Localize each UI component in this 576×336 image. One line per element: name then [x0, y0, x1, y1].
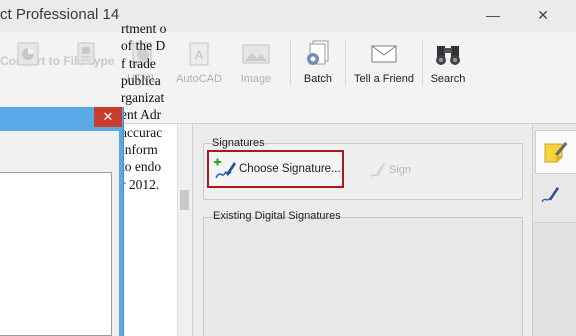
- convert-image-button[interactable]: Image: [238, 40, 274, 90]
- signature-pen-tab[interactable]: [540, 182, 564, 206]
- document-line: r 2012.: [121, 176, 160, 192]
- document-line: f trade: [121, 55, 156, 71]
- scrollbar-thumb[interactable]: [180, 190, 189, 210]
- batch-gear-icon: [304, 40, 332, 68]
- convert-document-button[interactable]: [70, 40, 102, 90]
- document-icon: [72, 40, 100, 68]
- autocad-icon: A: [185, 40, 213, 68]
- title-bar: ct Professional 14 — ✕: [0, 0, 576, 32]
- sidebar-panel: [533, 222, 576, 336]
- document-line: publica: [121, 72, 161, 88]
- tell-a-friend-label: Tell a Friend: [354, 73, 414, 85]
- existing-signatures-list[interactable]: [203, 217, 523, 336]
- sticky-note-icon: [544, 142, 568, 163]
- add-signature-icon: [214, 158, 236, 179]
- dialog-close-button[interactable]: ✕: [94, 107, 122, 127]
- signature-pen-icon: [541, 187, 559, 203]
- ribbon-separator: [345, 40, 346, 86]
- search-label: Search: [430, 73, 466, 85]
- document-text: rtment o of the D f trade publica rganiz…: [121, 20, 181, 193]
- document-line: of the D: [121, 38, 166, 54]
- document-line: rtment o: [121, 21, 167, 36]
- image-icon: [242, 40, 270, 68]
- envelope-icon: [370, 40, 398, 68]
- choose-signature-label: Choose Signature...: [239, 163, 341, 175]
- document-line: rganizat: [121, 90, 165, 106]
- window-title: ct Professional 14: [0, 6, 120, 23]
- ribbon-separator: [422, 40, 423, 86]
- document-line: inform: [121, 142, 158, 158]
- convert-pie-button[interactable]: [10, 40, 46, 90]
- convert-autocad-button[interactable]: A AutoCAD: [176, 40, 222, 90]
- sign-button[interactable]: Sign: [368, 160, 411, 180]
- document-line: ent Adr: [121, 107, 162, 123]
- document-line: accurac: [121, 124, 163, 140]
- minimize-button[interactable]: —: [480, 4, 506, 26]
- ribbon-separator: [290, 40, 291, 86]
- document-scrollbar[interactable]: [177, 124, 192, 336]
- svg-text:A: A: [195, 48, 203, 62]
- existing-signatures-label: Existing Digital Signatures: [213, 210, 341, 222]
- choose-signature-button[interactable]: Choose Signature...: [207, 150, 344, 188]
- sign-label: Sign: [389, 164, 412, 176]
- binoculars-icon: [434, 40, 462, 68]
- signatures-group-label: Signatures: [212, 137, 265, 149]
- convert-autocad-label: AutoCAD: [176, 73, 222, 85]
- batch-label: Batch: [303, 73, 333, 85]
- convert-image-label: Image: [240, 73, 272, 85]
- sign-pen-icon: [370, 163, 385, 178]
- search-button[interactable]: Search: [428, 40, 468, 90]
- batch-button[interactable]: Batch: [300, 40, 336, 90]
- document-line: to endo: [121, 159, 162, 175]
- pie-chart-icon: [14, 40, 42, 68]
- dialog-list-box[interactable]: [0, 172, 112, 336]
- tell-a-friend-button[interactable]: Tell a Friend: [352, 40, 416, 90]
- close-window-button[interactable]: ✕: [530, 4, 556, 26]
- sticky-note-tab[interactable]: [535, 130, 576, 174]
